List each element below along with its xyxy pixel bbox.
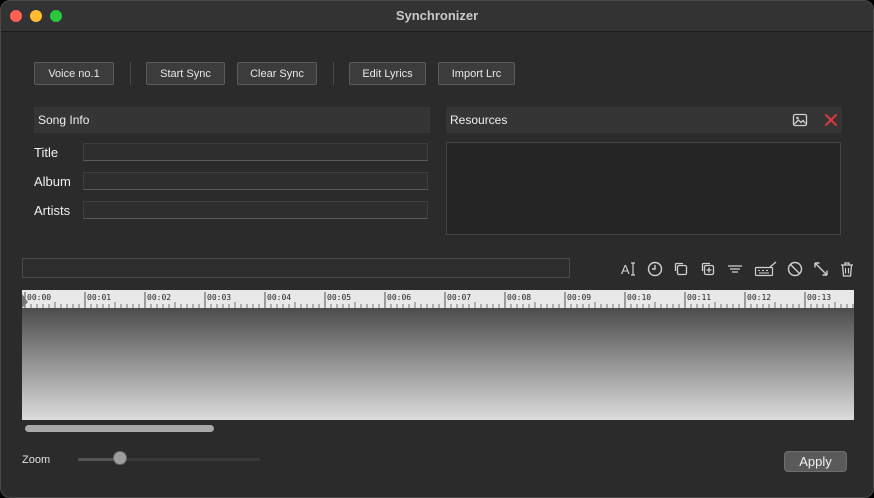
- timeline-tick-label: 00:12: [747, 293, 772, 302]
- album-field[interactable]: [83, 172, 428, 190]
- album-label: Album: [34, 174, 71, 189]
- scrollbar-thumb[interactable]: [25, 425, 214, 432]
- toolbar-divider: [333, 62, 334, 85]
- expand-icon[interactable]: [812, 260, 830, 278]
- timeline-tick-label: 00:08: [507, 293, 532, 302]
- resources-panel[interactable]: [446, 142, 841, 235]
- title-field[interactable]: [83, 143, 428, 161]
- song-info-header: Song Info: [34, 107, 430, 133]
- block-icon[interactable]: [786, 260, 804, 278]
- resources-header: Resources: [446, 107, 842, 133]
- start-sync-button[interactable]: Start Sync: [146, 62, 225, 85]
- timeline-ruler[interactable]: 00:00 00:01 00:02 00:03 00:04 00:05 00:06 00:07…: [22, 290, 854, 308]
- title-label: Title: [34, 145, 59, 160]
- toolbar-divider: [130, 62, 131, 85]
- artists-label: Artists: [34, 203, 71, 218]
- edit-lyrics-button[interactable]: Edit Lyrics: [349, 62, 426, 85]
- timeline-tick-label: 00:13: [807, 293, 832, 302]
- window-title: Synchronizer: [395, 8, 479, 23]
- apply-button[interactable]: Apply: [784, 451, 847, 472]
- waveform-view[interactable]: [22, 308, 854, 420]
- add-copy-icon[interactable]: [699, 260, 717, 278]
- zoom-slider-knob[interactable]: [112, 451, 127, 465]
- timeline-tick-label: 00:03: [207, 293, 232, 302]
- timeline-tick-label: 00:05: [327, 293, 352, 302]
- copy-icon[interactable]: [672, 260, 690, 278]
- artists-field[interactable]: [83, 201, 428, 219]
- timeline-tick-label: 00:11: [687, 293, 712, 302]
- zoom-label: Zoom: [22, 454, 51, 466]
- timeline-tick-label: 00:07: [447, 293, 472, 302]
- align-icon[interactable]: [726, 260, 744, 278]
- timeline-tick-label: 00:10: [627, 293, 652, 302]
- timeline-tick-label: 00:04: [267, 293, 292, 302]
- timeline-tick-label: 00:09: [567, 293, 592, 302]
- zoom-slider[interactable]: [78, 451, 260, 465]
- close-icon[interactable]: [823, 112, 839, 128]
- import-lrc-button[interactable]: Import Lrc: [438, 62, 515, 85]
- current-lyric-field[interactable]: [22, 258, 570, 278]
- clock-icon[interactable]: [646, 260, 664, 278]
- keyboard-edit-icon[interactable]: [754, 260, 778, 278]
- timeline-tick-label: 00:00: [27, 293, 52, 302]
- timeline-tick-label: 00:06: [387, 293, 412, 302]
- timeline-tick-label: 00:01: [87, 293, 112, 302]
- voice-select-button[interactable]: Voice no.1: [34, 62, 114, 85]
- synchronizer-window: Synchronizer Voice no.1 Start Sync Clear…: [0, 0, 874, 498]
- horizontal-scrollbar[interactable]: [22, 421, 854, 435]
- timeline-tick-label: 00:02: [147, 293, 172, 302]
- image-icon[interactable]: [792, 112, 808, 128]
- text-size-icon[interactable]: A: [620, 260, 638, 278]
- trash-icon[interactable]: [838, 260, 856, 278]
- svg-text:A: A: [621, 262, 630, 277]
- clear-sync-button[interactable]: Clear Sync: [237, 62, 317, 85]
- title-bar: Synchronizer: [1, 1, 873, 32]
